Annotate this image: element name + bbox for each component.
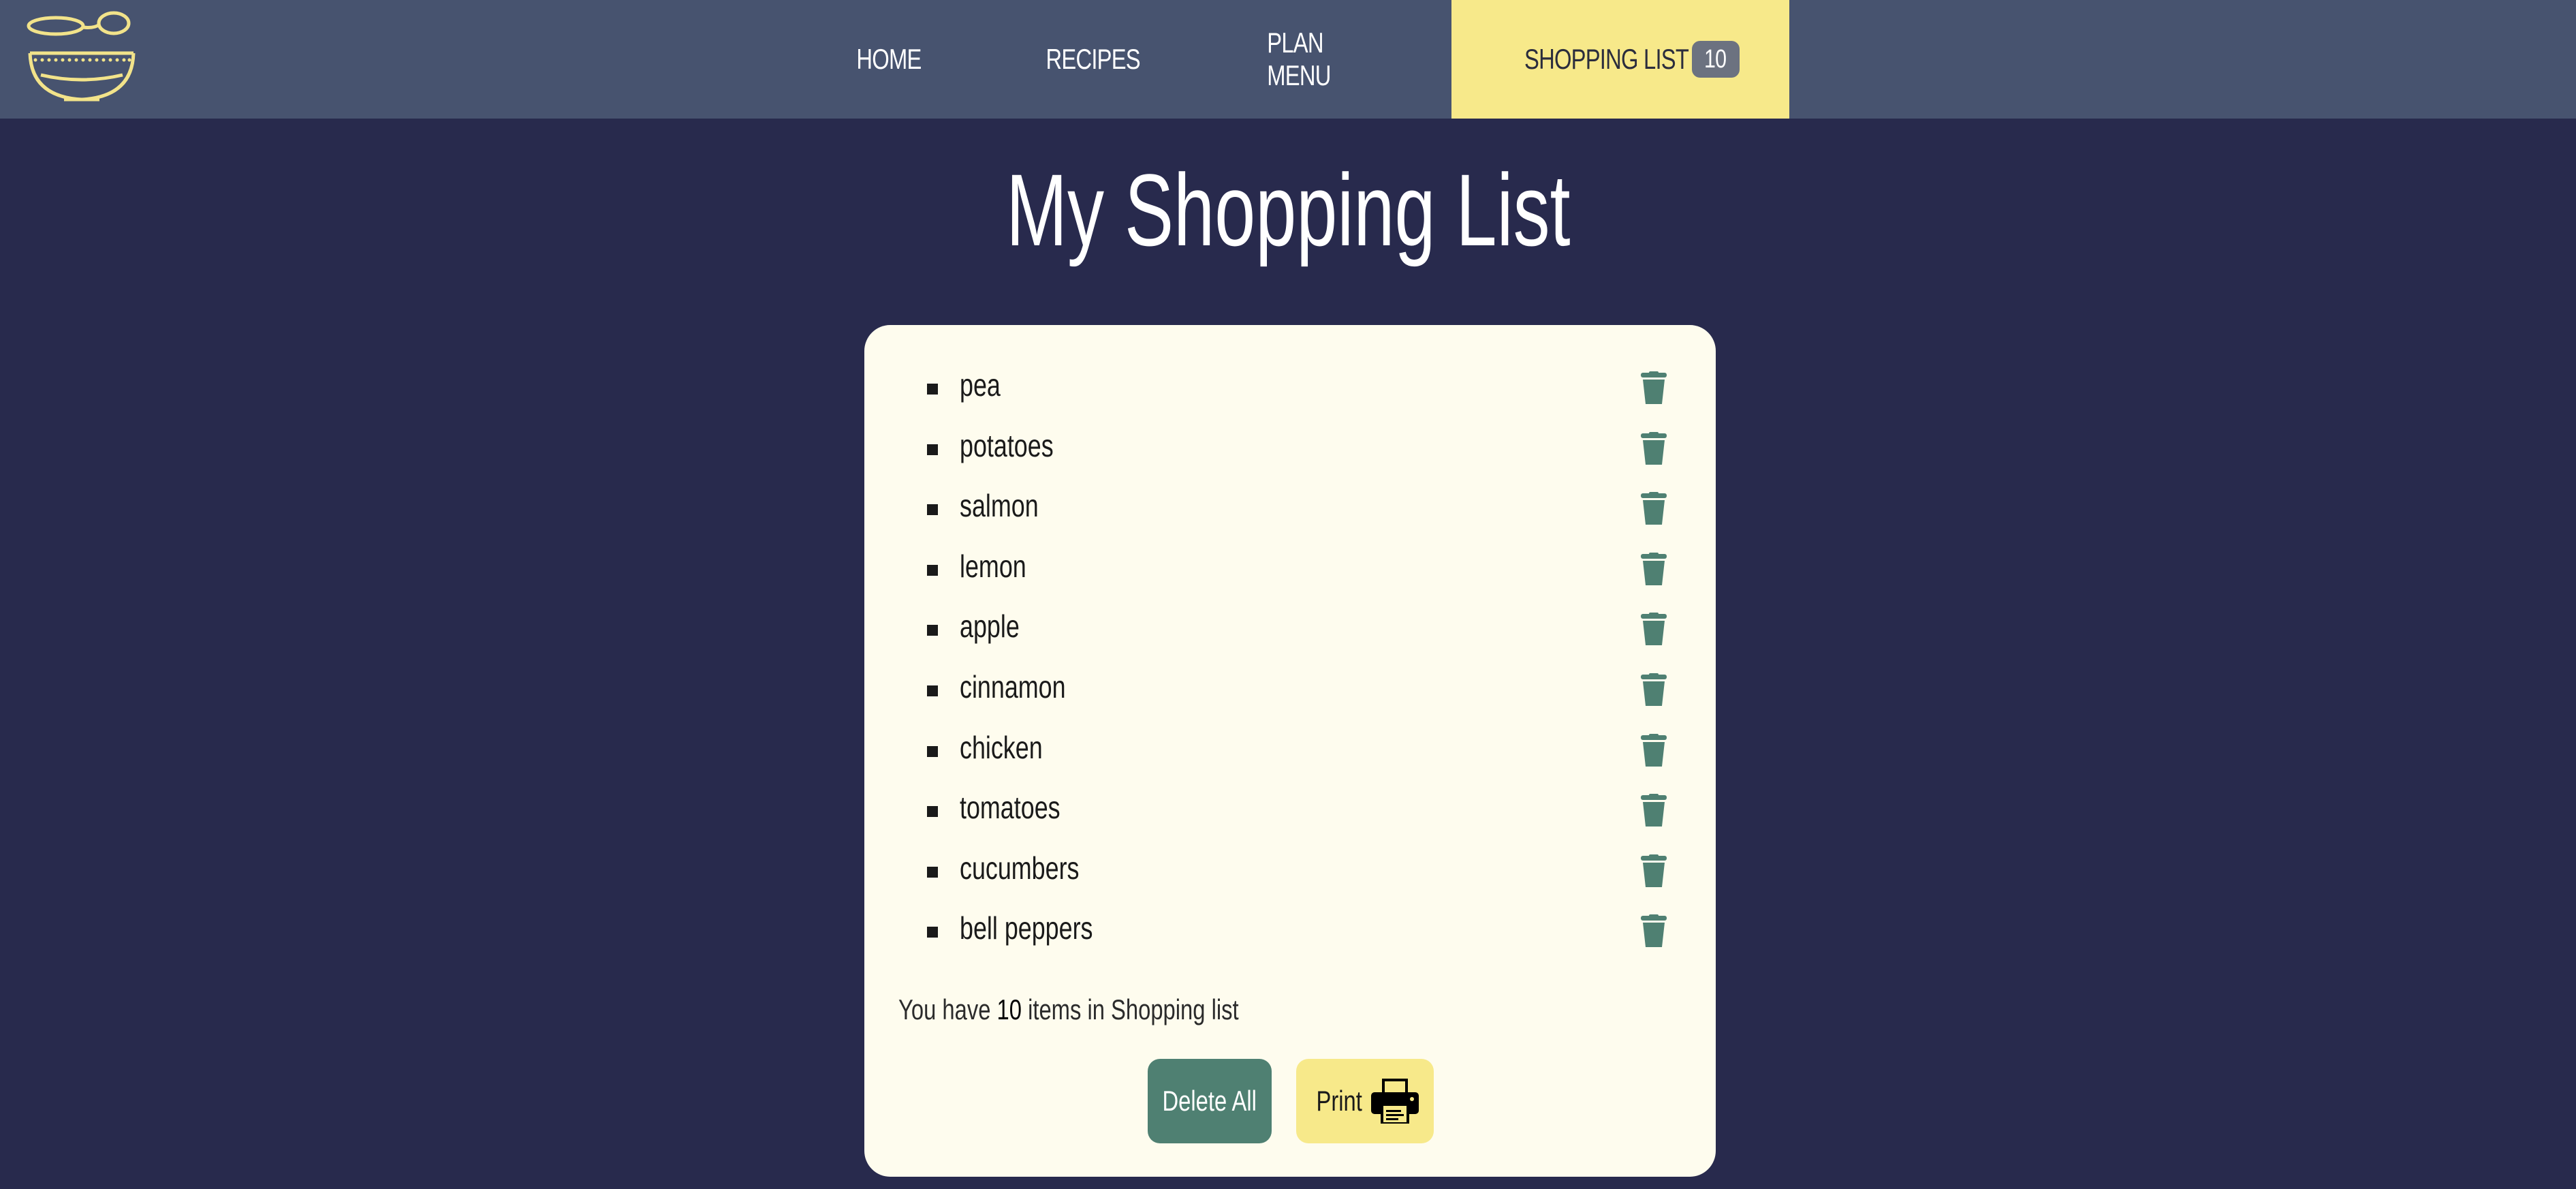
trash-icon[interactable] [1639,552,1668,587]
trash-icon[interactable] [1639,914,1668,948]
item-name: cucumbers [960,850,1080,886]
bullet-icon [927,927,938,938]
print-label: Print [1316,1085,1362,1117]
list-item: chicken [864,727,1716,788]
list-item: cucumbers [864,848,1716,908]
bullet-icon [927,806,938,818]
item-name: apple [960,608,1020,645]
trash-icon[interactable] [1639,673,1668,707]
delete-all-button[interactable]: Delete All [1148,1059,1272,1143]
bowl-logo-icon[interactable] [26,8,138,102]
item-name: lemon [960,548,1026,584]
nav-plan-menu[interactable]: PLAN MENU [1250,0,1407,119]
items-count-summary: You have 10 items in Shopping list [898,989,1239,1030]
summary-prefix: You have [898,993,991,1025]
bullet-icon [927,745,938,757]
list-item: bell peppers [864,908,1716,968]
summary-count: 10 [996,993,1022,1025]
list-item: salmon [864,485,1716,546]
list-item: lemon [864,546,1716,606]
top-navigation-bar: HOME RECIPES PLAN MENU SHOPPING LIST 10 [0,0,2576,119]
bullet-icon [927,866,938,878]
nav-home-label: HOME [856,43,922,75]
trash-icon[interactable] [1639,613,1668,647]
summary-suffix: items in Shopping list [1028,993,1239,1025]
nav-home[interactable]: HOME [838,0,940,119]
bullet-icon [927,564,938,576]
bullet-icon [927,685,938,696]
list-item: potatoes [864,425,1716,486]
shopping-list-card: pea potatoes salmon lemon apple cinnamon [864,325,1716,1177]
item-name: bell peppers [960,910,1093,946]
page-title: My Shopping List [0,155,2576,264]
trash-icon[interactable] [1639,733,1668,768]
shopping-count-value: 10 [1704,44,1727,74]
trash-icon[interactable] [1639,854,1668,889]
list-item: cinnamon [864,666,1716,727]
bullet-icon [927,444,938,455]
item-name: pea [960,367,1001,403]
nav-plan-menu-label: PLAN MENU [1267,27,1331,91]
item-name: cinnamon [960,668,1066,705]
item-name: salmon [960,488,1039,524]
item-name: potatoes [960,427,1054,463]
list-item: tomatoes [864,787,1716,848]
nav-shopping-list-label: SHOPPING LIST [1524,43,1689,75]
delete-all-label: Delete All [1162,1085,1257,1117]
printer-icon [1371,1079,1419,1124]
bullet-icon [927,384,938,395]
print-button[interactable]: Print [1296,1059,1434,1143]
trash-icon[interactable] [1639,794,1668,828]
shopping-list: pea potatoes salmon lemon apple cinnamon [864,365,1716,968]
shopping-count-badge: 10 [1691,41,1740,78]
list-item: pea [864,365,1716,425]
list-item: apple [864,606,1716,666]
nav-recipes-label: RECIPES [1046,43,1141,75]
bullet-icon [927,504,938,516]
trash-icon[interactable] [1639,371,1668,405]
nav-shopping-list[interactable]: SHOPPING LIST 10 [1451,0,1789,119]
bullet-icon [927,625,938,636]
trash-icon[interactable] [1639,431,1668,466]
item-name: chicken [960,729,1043,765]
item-name: tomatoes [960,790,1061,826]
nav-recipes[interactable]: RECIPES [1035,0,1151,119]
trash-icon[interactable] [1639,492,1668,526]
page-title-text: My Shopping List [1005,153,1571,267]
